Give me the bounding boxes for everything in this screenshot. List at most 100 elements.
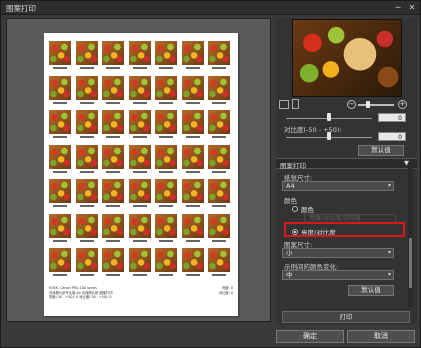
zoom-slider[interactable] (358, 104, 394, 106)
defaults-button[interactable]: 默认值 (358, 145, 404, 156)
pattern-sample (155, 110, 177, 141)
zoom-out-icon[interactable]: − (347, 100, 356, 109)
sample-image (181, 144, 204, 169)
sample-image (128, 110, 151, 134)
sample-caption (102, 273, 124, 278)
sample-caption (208, 135, 230, 140)
sample-image (155, 110, 177, 134)
sample-image (155, 248, 177, 272)
sample-caption (129, 66, 151, 71)
pattern-size-select[interactable]: 小 ▾ (282, 248, 394, 258)
sample-image (155, 144, 177, 169)
paper-size-select[interactable]: A4 ▾ (282, 181, 394, 191)
color-radio[interactable] (292, 206, 298, 212)
landscape-orientation-icon[interactable] (279, 100, 289, 109)
sample-image (75, 110, 98, 134)
print-button[interactable]: 打印 (282, 311, 410, 323)
sample-image (49, 110, 71, 134)
sample-image (181, 75, 204, 100)
pattern-sample (128, 75, 151, 107)
sample-variation-select[interactable]: 中 ▾ (282, 270, 394, 280)
scrollbar-thumb[interactable] (409, 238, 412, 288)
sample-caption (76, 273, 98, 278)
sample-image (208, 248, 230, 272)
sample-caption (182, 170, 204, 175)
collapse-arrow-icon: ▼ (404, 159, 409, 167)
sample-caption (76, 239, 98, 244)
highlight-box (284, 222, 405, 237)
sample-caption (129, 101, 151, 106)
pattern-sample (102, 75, 124, 107)
sample-image (128, 179, 151, 203)
cancel-button[interactable]: 取消 (347, 330, 415, 343)
pattern-sample (49, 213, 71, 245)
ok-button[interactable]: 确定 (276, 330, 344, 343)
sample-image (155, 75, 177, 100)
pattern-print-window: 图案打印 ─ ✕ EOSK, Canon PRO-100 series 光泽照片… (0, 0, 421, 348)
pattern-sample (49, 144, 71, 176)
contrast-row: 0 (276, 132, 417, 144)
settings-scrollbar[interactable] (408, 168, 413, 308)
footer-right-2: 对比度: 0 (218, 290, 233, 295)
sample-caption (182, 273, 204, 278)
pattern-sample (208, 179, 230, 210)
sample-caption (208, 204, 230, 209)
settings-panel: − + 0 对比度(-50 - +50): 0 默认值 图案打印 ▼ 纸张尺寸:… (276, 18, 417, 325)
pattern-sample (181, 41, 204, 72)
minimize-icon[interactable]: ─ (393, 3, 403, 13)
zoom-slider-handle[interactable] (366, 101, 370, 108)
pattern-sample (75, 179, 98, 210)
sample-image (102, 41, 124, 65)
close-icon[interactable]: ✕ (407, 3, 417, 13)
sample-image (181, 248, 204, 272)
sample-caption (76, 204, 98, 209)
portrait-orientation-icon[interactable] (292, 99, 299, 109)
sample-caption (129, 239, 151, 244)
contrast-value-field[interactable]: 0 (378, 132, 406, 141)
sample-caption (208, 101, 230, 106)
chevron-down-icon: ▾ (387, 249, 391, 256)
sample-image (181, 41, 204, 65)
sample-caption (129, 135, 151, 140)
sample-image (49, 248, 71, 272)
defaults-button-2[interactable]: 默认值 (348, 285, 394, 296)
sample-image (102, 144, 124, 169)
sample-caption (182, 239, 204, 244)
sample-caption (102, 66, 124, 71)
pattern-sample (128, 110, 151, 141)
sample-caption (49, 170, 71, 175)
title-bar: 图案打印 ─ ✕ (1, 1, 420, 15)
sample-image (75, 41, 98, 65)
paper-size-value: A4 (286, 182, 295, 190)
sample-image (128, 75, 151, 100)
pattern-sample (102, 144, 124, 176)
thumbnail-toolbar: − + (276, 99, 417, 112)
sample-caption (208, 273, 230, 278)
sample-caption (129, 170, 151, 175)
zoom-in-icon[interactable]: + (398, 100, 407, 109)
brightness-slider-handle[interactable] (327, 113, 331, 121)
pattern-sample (181, 213, 204, 245)
sample-caption (102, 239, 124, 244)
pattern-sample (208, 41, 230, 72)
sample-caption (129, 273, 151, 278)
contrast-slider-handle[interactable] (327, 132, 331, 140)
pattern-sample (102, 213, 124, 245)
sample-caption (155, 273, 177, 278)
pattern-sample (155, 144, 177, 176)
preview-paper: EOSK, Canon PRO-100 series 光泽照片纸专业版 A4 光… (44, 33, 238, 316)
pattern-sample (75, 110, 98, 141)
pattern-sample (49, 75, 71, 107)
pattern-sample (208, 110, 230, 141)
pattern-print-section-header[interactable]: 图案打印 ▼ (276, 158, 417, 170)
pattern-sample (181, 75, 204, 107)
sample-caption (76, 135, 98, 140)
sample-caption (208, 170, 230, 175)
brightness-value-field[interactable]: 0 (378, 113, 406, 122)
paper-footer: EOSK, Canon PRO-100 series 光泽照片纸专业版 A4 光… (49, 286, 233, 300)
pattern-sample (208, 144, 230, 176)
sample-caption (76, 66, 98, 71)
sample-caption (102, 135, 124, 140)
pattern-sample (49, 41, 71, 72)
sample-caption (49, 273, 71, 278)
